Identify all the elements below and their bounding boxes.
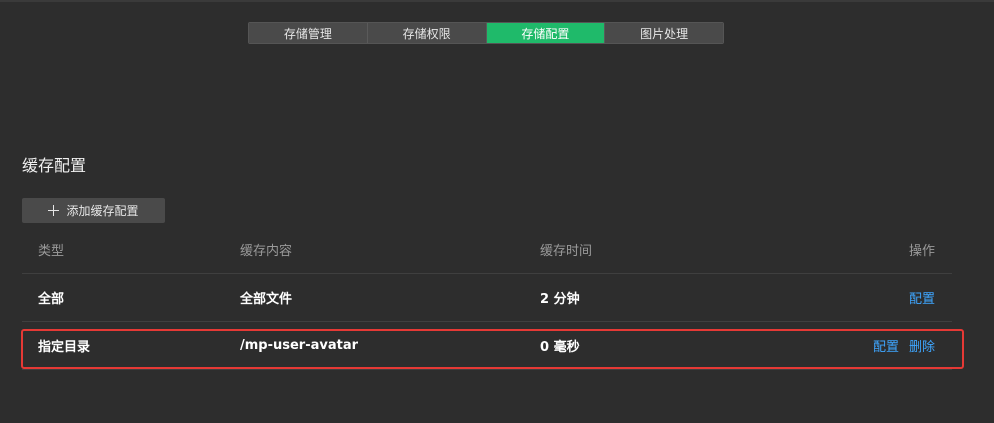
configure-link[interactable]: 配置	[873, 336, 899, 355]
tab-storage-management[interactable]: 存储管理	[249, 23, 368, 43]
tab-image-processing[interactable]: 图片处理	[605, 23, 723, 43]
plus-icon	[48, 205, 60, 216]
section-title: 缓存配置	[22, 156, 87, 175]
tab-storage-permissions[interactable]: 存储权限	[367, 23, 487, 43]
delete-link[interactable]: 删除	[909, 336, 935, 355]
header-content: 缓存内容	[240, 244, 293, 259]
header-ops: 操作	[908, 244, 935, 259]
row-ops: 配置 删除	[863, 322, 935, 369]
row-time: 2 分钟	[540, 292, 580, 307]
configure-link[interactable]: 配置	[909, 288, 935, 307]
header-time: 缓存时间	[540, 244, 593, 259]
table-row: 指定目录 /mp-user-avatar 0 毫秒 配置 删除	[22, 322, 952, 370]
cache-config-table: 类型 缓存内容 缓存时间 操作 全部 全部文件 2 分钟 配置 指定目录 /mp…	[22, 226, 952, 370]
top-divider	[0, 0, 994, 2]
row-content: /mp-user-avatar	[240, 338, 359, 353]
add-cache-config-button[interactable]: 添加缓存配置	[22, 198, 165, 223]
row-type: 全部	[38, 292, 65, 307]
row-time: 0 毫秒	[540, 340, 580, 355]
add-cache-config-label: 添加缓存配置	[66, 204, 139, 218]
table-header-row: 类型 缓存内容 缓存时间 操作	[22, 226, 952, 274]
tab-storage-config[interactable]: 存储配置	[486, 23, 606, 43]
table-row: 全部 全部文件 2 分钟 配置	[22, 274, 952, 322]
row-content: 全部文件	[240, 292, 293, 307]
row-ops: 配置	[899, 274, 935, 321]
row-type: 指定目录	[38, 340, 91, 355]
storage-tabs: 存储管理 存储权限 存储配置 图片处理	[248, 22, 724, 44]
header-type: 类型	[38, 244, 65, 259]
